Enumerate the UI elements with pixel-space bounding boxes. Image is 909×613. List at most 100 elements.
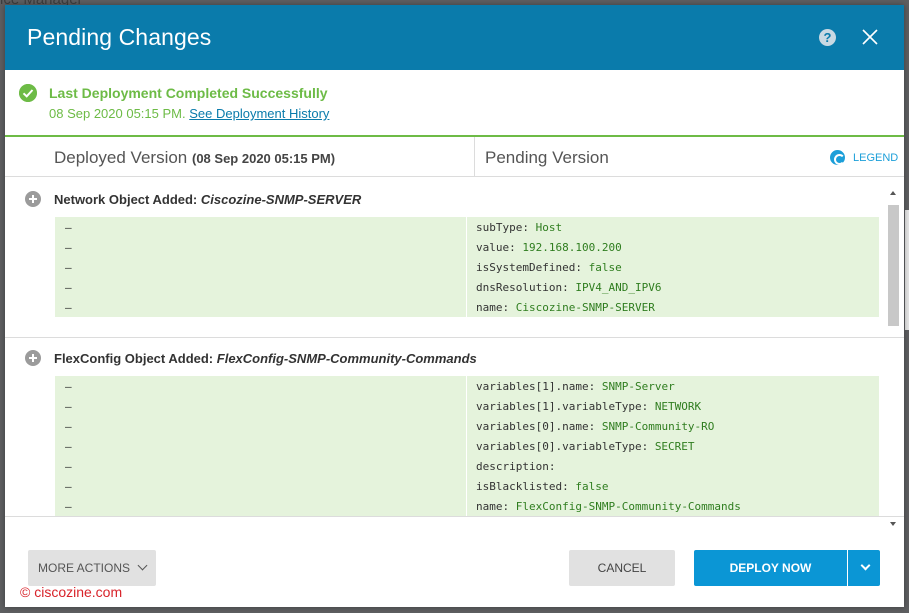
property-value: false bbox=[588, 260, 622, 274]
change-object-name: FlexConfig-SNMP-Community-Commands bbox=[216, 351, 477, 366]
column-divider bbox=[474, 137, 475, 177]
deployed-value: – bbox=[65, 280, 72, 294]
deployed-value: – bbox=[65, 300, 72, 314]
property-key: isBlacklisted: bbox=[476, 479, 569, 493]
property-key: variables[1].name: bbox=[476, 379, 596, 393]
pending-changes-dialog: Pending Changes ? Last Deployment Comple… bbox=[5, 5, 904, 607]
change-item: Network Object Added: Ciscozine-SNMP-SER… bbox=[5, 179, 904, 338]
change-item-header[interactable]: Network Object Added: Ciscozine-SNMP-SER… bbox=[5, 179, 904, 217]
deployed-value: – bbox=[65, 379, 72, 393]
cancel-button[interactable]: CANCEL bbox=[569, 550, 675, 586]
deployed-version-date: (08 Sep 2020 05:15 PM) bbox=[192, 151, 336, 166]
scroll-down-arrow-icon[interactable] bbox=[890, 522, 896, 526]
version-columns-header: Deployed Version (08 Sep 2020 05:15 PM) … bbox=[5, 137, 904, 177]
background-panel-edge bbox=[905, 210, 909, 330]
diff-row: – dnsResolution: IPV4_AND_IPV6 bbox=[55, 277, 879, 297]
change-type-label: FlexConfig Object Added: bbox=[54, 351, 214, 366]
pending-value: name: Ciscozine-SNMP-SERVER bbox=[476, 301, 879, 314]
close-icon[interactable] bbox=[861, 28, 879, 46]
deployment-history-link[interactable]: See Deployment History bbox=[189, 106, 329, 121]
diff-row: – isSystemDefined: false bbox=[55, 257, 879, 277]
help-icon[interactable]: ? bbox=[819, 29, 836, 46]
diff-row: – variables[0].name: SNMP-Community-RO bbox=[55, 416, 879, 436]
expand-plus-icon[interactable] bbox=[25, 191, 41, 207]
legend-button[interactable]: LEGEND bbox=[830, 150, 898, 165]
property-key: description: bbox=[476, 459, 556, 473]
diff-row: – value: 192.168.100.200 bbox=[55, 237, 879, 257]
more-actions-label: MORE ACTIONS bbox=[38, 561, 131, 575]
changes-list[interactable]: Network Object Added: Ciscozine-SNMP-SER… bbox=[5, 179, 904, 528]
deployed-version-label: Deployed Version bbox=[54, 148, 188, 167]
diff-row: – isBlacklisted: false bbox=[55, 476, 879, 496]
property-key: name: bbox=[476, 300, 510, 314]
deploy-options-dropdown[interactable] bbox=[848, 550, 880, 586]
deployed-value: – bbox=[65, 260, 72, 274]
success-check-icon bbox=[19, 84, 37, 102]
diff-row: – variables[1].variableType: NETWORK bbox=[55, 396, 879, 416]
diff-table: – variables[1].name: SNMP-Server – variable… bbox=[55, 376, 879, 516]
property-value: false bbox=[575, 479, 609, 493]
deployed-value: – bbox=[65, 499, 72, 513]
property-key: variables[0].name: bbox=[476, 419, 596, 433]
pending-value: dnsResolution: IPV4_AND_IPV6 bbox=[476, 281, 879, 294]
status-timestamp: 08 Sep 2020 05:15 PM. bbox=[49, 106, 186, 121]
pending-value: value: 192.168.100.200 bbox=[476, 241, 879, 254]
property-key: name: bbox=[476, 499, 510, 513]
property-value: FlexConfig-SNMP-Community-Commands bbox=[515, 499, 741, 513]
diff-table: – subType: Host – value: 192.168.100.200 – is… bbox=[55, 217, 879, 317]
property-key: variables[0].variableType: bbox=[476, 439, 649, 453]
pending-value: description: bbox=[476, 460, 879, 473]
diff-row: – variables[1].name: SNMP-Server bbox=[55, 376, 879, 396]
deployed-value: – bbox=[65, 399, 72, 413]
legend-label: LEGEND bbox=[853, 151, 899, 164]
property-value: Host bbox=[535, 220, 563, 234]
property-key: isSystemDefined: bbox=[476, 260, 582, 274]
pending-value: variables[1].variableType: NETWORK bbox=[476, 400, 879, 413]
property-key: variables[1].variableType: bbox=[476, 399, 649, 413]
pending-value: variables[0].name: SNMP-Community-RO bbox=[476, 420, 879, 433]
pending-version-label: Pending Version bbox=[485, 148, 609, 167]
changes-scrollbar[interactable] bbox=[886, 185, 900, 530]
deployed-value: – bbox=[65, 419, 72, 433]
legend-icon bbox=[830, 150, 845, 165]
property-value: Ciscozine-SNMP-SERVER bbox=[515, 300, 655, 314]
property-key: dnsResolution: bbox=[476, 280, 569, 294]
more-actions-button[interactable]: MORE ACTIONS bbox=[28, 550, 156, 586]
diff-row: – name: Ciscozine-SNMP-SERVER bbox=[55, 297, 879, 317]
property-value: SECRET bbox=[654, 439, 695, 453]
scroll-up-arrow-icon[interactable] bbox=[890, 191, 896, 195]
change-item: FlexConfig Object Added: FlexConfig-SNMP… bbox=[5, 338, 904, 517]
dialog-footer: MORE ACTIONS CANCEL DEPLOY NOW bbox=[5, 535, 904, 607]
property-key: subType: bbox=[476, 220, 529, 234]
diff-row: – name: FlexConfig-SNMP-Community-Command… bbox=[55, 496, 879, 516]
pending-value: variables[1].name: SNMP-Server bbox=[476, 380, 879, 393]
pending-value: isSystemDefined: false bbox=[476, 261, 879, 274]
change-item-header[interactable]: FlexConfig Object Added: FlexConfig-SNMP… bbox=[5, 338, 904, 376]
property-value: 192.168.100.200 bbox=[522, 240, 622, 254]
property-value: NETWORK bbox=[654, 399, 702, 413]
deployed-value: – bbox=[65, 240, 72, 254]
property-key: value: bbox=[476, 240, 516, 254]
deployed-value: – bbox=[65, 439, 72, 453]
deploy-now-button[interactable]: DEPLOY NOW bbox=[694, 550, 847, 586]
dialog-title: Pending Changes bbox=[27, 24, 212, 50]
deployed-value: – bbox=[65, 220, 72, 234]
chevron-down-icon bbox=[860, 560, 871, 571]
expand-plus-icon[interactable] bbox=[25, 350, 41, 366]
chevron-down-icon bbox=[137, 560, 148, 571]
property-value: IPV4_AND_IPV6 bbox=[575, 280, 662, 294]
property-value: SNMP-Server bbox=[601, 379, 675, 393]
property-value: SNMP-Community-RO bbox=[601, 419, 715, 433]
scroll-thumb[interactable] bbox=[888, 205, 899, 326]
watermark: © ciscozine.com bbox=[20, 584, 123, 600]
pending-value: subType: Host bbox=[476, 221, 879, 234]
deployed-value: – bbox=[65, 479, 72, 493]
diff-row: – subType: Host bbox=[55, 217, 879, 237]
change-object-name: Ciscozine-SNMP-SERVER bbox=[200, 192, 362, 207]
pending-value: variables[0].variableType: SECRET bbox=[476, 440, 879, 453]
pending-value: isBlacklisted: false bbox=[476, 480, 879, 493]
deployment-status: Last Deployment Completed Successfully 0… bbox=[5, 70, 904, 137]
diff-row: – variables[0].variableType: SECRET bbox=[55, 436, 879, 456]
change-type-label: Network Object Added: bbox=[54, 192, 198, 207]
status-title: Last Deployment Completed Successfully bbox=[49, 85, 328, 101]
